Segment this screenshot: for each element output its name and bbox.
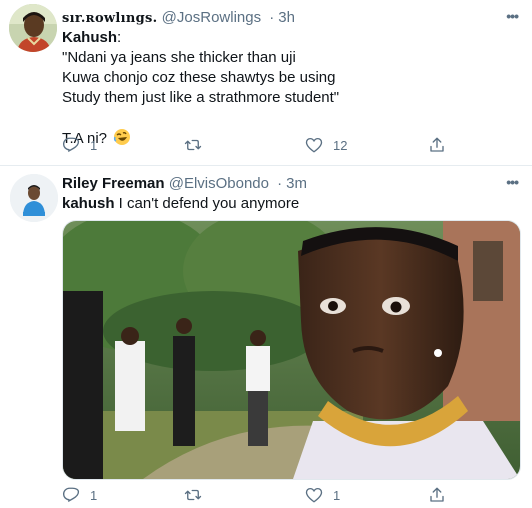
tweet-header: sır.ʀowlıngs. @JosRowlings · 3h	[62, 8, 295, 28]
tweet[interactable]: Riley Freeman @ElvisObondo · 3m ••• kahus…	[0, 166, 532, 508]
user-handle[interactable]: @JosRowlings	[162, 9, 261, 26]
like-button[interactable]: 1	[305, 486, 340, 504]
tweet-text: Kahush: "Ndani ya jeans she thicker than…	[62, 28, 339, 152]
tweet-line: Study them just like a strathmore studen…	[62, 89, 340, 106]
reply-button[interactable]: 1	[62, 486, 97, 504]
heart-icon	[305, 487, 323, 503]
avatar[interactable]	[9, 4, 57, 52]
tweet[interactable]: sır.ʀowlıngs. @JosRowlings · 3h ••• Kahus…	[0, 0, 532, 165]
separator: ·	[269, 9, 275, 26]
reply-count: 1	[90, 137, 98, 153]
heart-icon	[305, 137, 323, 153]
reply-icon	[62, 137, 80, 153]
like-button[interactable]: 12	[305, 136, 347, 154]
retweet-icon	[184, 139, 202, 151]
timestamp[interactable]: 3m	[286, 175, 307, 192]
quoted-author: Kahush	[62, 29, 118, 46]
timestamp[interactable]: 3h	[278, 9, 295, 26]
display-name[interactable]: Riley Freeman	[62, 175, 165, 192]
more-icon[interactable]: •••	[506, 174, 519, 190]
tweet-line: "Ndani ya jeans she thicker than uji	[62, 49, 296, 66]
action-bar: 1 12	[62, 136, 482, 156]
reply-icon	[62, 487, 80, 503]
like-count: 1	[333, 487, 341, 503]
more-icon[interactable]: •••	[506, 8, 519, 24]
share-icon	[430, 137, 444, 152]
reply-count: 1	[90, 487, 98, 503]
display-name[interactable]: sır.ʀowlıngs.	[62, 11, 158, 26]
mention-link[interactable]: kahush	[62, 195, 115, 212]
like-count: 12	[333, 137, 348, 153]
retweet-button[interactable]	[184, 486, 212, 504]
retweet-icon	[184, 489, 202, 501]
tweet-line: I can't defend you anymore	[114, 195, 300, 212]
tweet-header: Riley Freeman @ElvisObondo · 3m	[62, 174, 307, 193]
separator: ·	[277, 175, 283, 192]
avatar-image	[10, 174, 58, 222]
action-bar: 1 1	[62, 486, 482, 506]
user-handle[interactable]: @ElvisObondo	[169, 175, 269, 192]
share-button[interactable]	[428, 486, 446, 504]
share-icon	[430, 487, 444, 502]
reply-button[interactable]: 1	[62, 136, 97, 154]
tweet-line: Kuwa chonjo coz these shawtys be using	[62, 69, 336, 86]
tweet-photo[interactable]	[62, 220, 521, 480]
colon: :	[117, 29, 122, 46]
retweet-button[interactable]	[184, 136, 212, 154]
share-button[interactable]	[428, 136, 446, 154]
avatar[interactable]	[10, 174, 58, 222]
tweet-text: kahush I can't defend you anymore	[62, 194, 299, 214]
avatar-image	[9, 4, 57, 52]
photo-image	[63, 221, 520, 479]
